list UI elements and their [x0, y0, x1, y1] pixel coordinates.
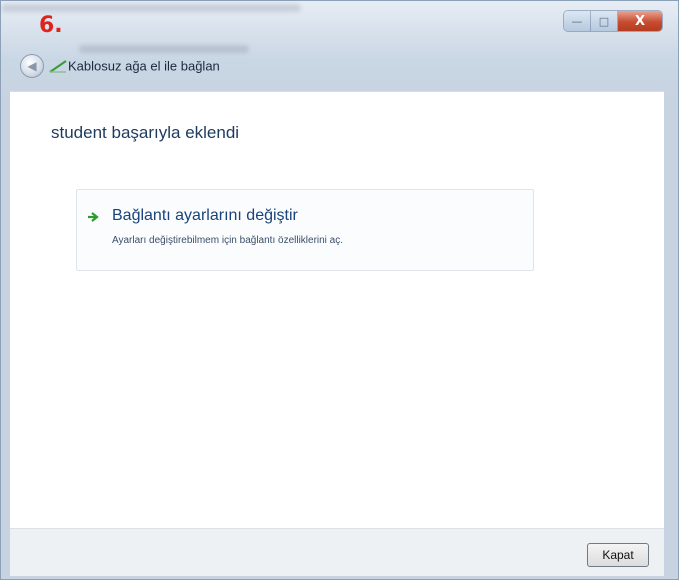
window-controls: — □ X — [564, 11, 662, 31]
title-bar[interactable]: 6. — □ X — [1, 1, 678, 53]
step-number-label: 6. — [39, 13, 63, 38]
content-area: student başarıyla eklendi Bağlantı ayarl… — [10, 91, 664, 529]
wizard-window: 6. — □ X ◀ Kablosuz ağa el ile bağlan st… — [0, 0, 679, 580]
link-title[interactable]: Bağlantı ayarlarını değiştir — [112, 207, 298, 225]
wireless-network-icon — [49, 60, 67, 73]
minimize-button[interactable]: — — [564, 11, 591, 31]
back-button[interactable]: ◀ — [20, 54, 44, 78]
close-button[interactable]: Kapat — [587, 543, 649, 567]
back-arrow-icon: ◀ — [27, 59, 37, 73]
window-title: Kablosuz ağa el ile bağlan — [68, 58, 220, 74]
maximize-button[interactable]: □ — [591, 11, 618, 31]
change-connection-settings-link[interactable]: Bağlantı ayarlarını değiştir Ayarları de… — [76, 189, 534, 271]
link-description: Ayarları değiştirebilmem için bağlantı ö… — [112, 235, 344, 246]
status-headline: student başarıyla eklendi — [51, 123, 240, 142]
green-arrow-icon — [88, 212, 99, 222]
navigation-bar: ◀ Kablosuz ağa el ile bağlan — [1, 49, 678, 83]
footer-bar: Kapat — [10, 528, 664, 576]
close-window-button[interactable]: X — [618, 11, 662, 31]
blurred-background-text — [1, 4, 301, 12]
